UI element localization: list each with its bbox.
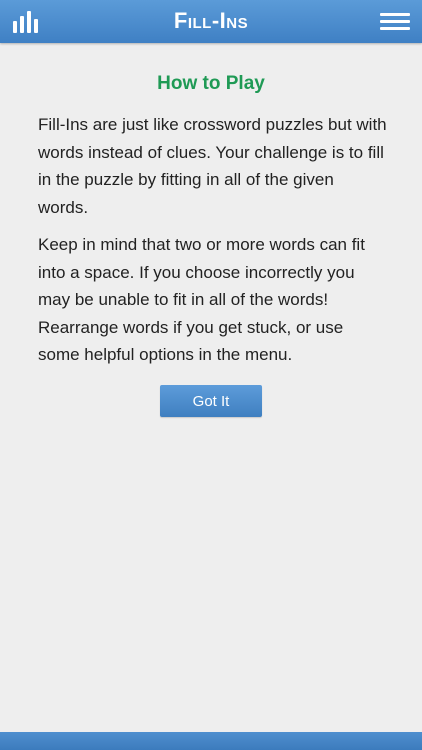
app-title: Fill-Ins bbox=[173, 8, 249, 33]
stats-button[interactable] bbox=[13, 11, 39, 33]
menu-button[interactable] bbox=[380, 13, 410, 31]
got-it-button[interactable]: Got It bbox=[160, 385, 262, 417]
how-to-play-heading: How to Play bbox=[157, 73, 265, 94]
bottom-bar bbox=[0, 732, 422, 750]
app-header: Fill-Ins bbox=[0, 0, 422, 43]
instructions-paragraph-1: Fill-Ins are just like crossword puzzles… bbox=[38, 115, 387, 217]
instructions-paragraph-2: Keep in mind that two or more words can … bbox=[38, 235, 365, 364]
